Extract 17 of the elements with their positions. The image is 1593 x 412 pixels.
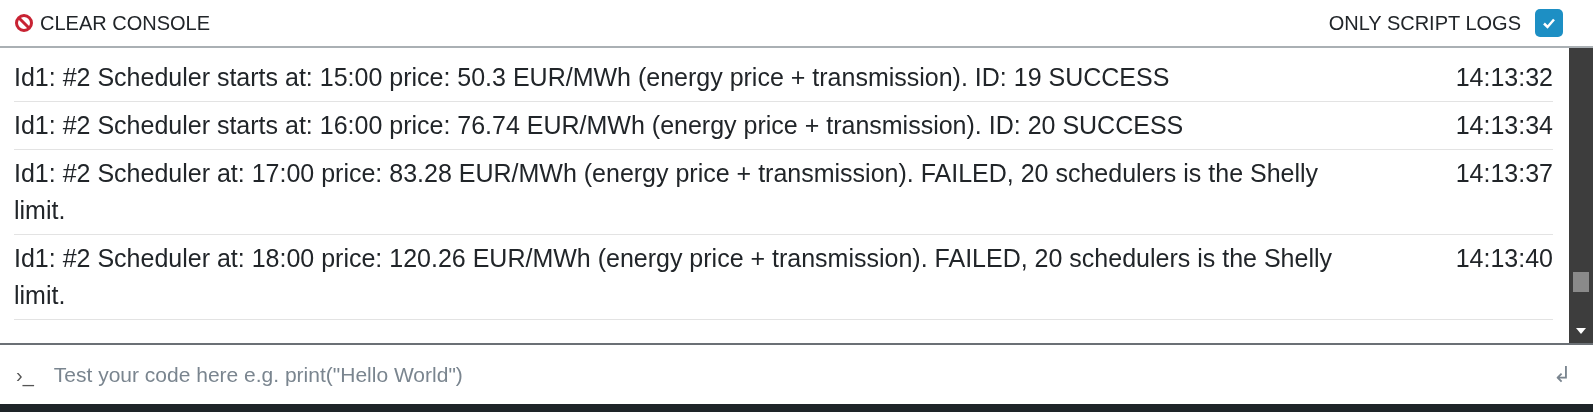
scrollbar[interactable] (1569, 48, 1593, 343)
log-message: Id1: #2 Scheduler at: 18:00 price: 120.26 EUR/MWh (energy price + transmission). FAILED, 20 schedulers is the Shelly limit. (14, 243, 1333, 311)
clear-console-button[interactable]: CLEAR CONSOLE (14, 8, 211, 38)
scroll-down-icon[interactable] (1575, 327, 1587, 335)
prompt-symbol: ›_ (16, 362, 34, 389)
only-script-logs-label: ONLY SCRIPT LOGS (1328, 11, 1521, 36)
log-time: 14:13:34 (1455, 110, 1553, 141)
log-message: Id1: #2 Scheduler starts at: 16:00 price: 76.74 EUR/MWh (energy price + transmission). ID: 20 SUCCESS (14, 110, 1184, 141)
log-message: Id1: #2 Scheduler at: 17:00 price: 83.28 EUR/MWh (energy price + transmission). FAILED, 20 schedulers is the Shelly limit. (14, 158, 1320, 226)
scrollbar-thumb[interactable] (1573, 272, 1589, 292)
only-script-logs-checkbox[interactable] (1535, 9, 1563, 37)
log-time: 14:13:32 (1455, 62, 1553, 93)
prohibited-icon (14, 13, 34, 33)
enter-icon[interactable]: ↲ (1553, 358, 1571, 391)
log-message: Id1: #2 Scheduler starts at: 15:00 price: 50.3 EUR/MWh (energy price + transmission). ID: 19 SUCCESS (14, 62, 1170, 93)
log-time: 14:13:40 (1455, 243, 1553, 274)
log-time: 14:13:37 (1455, 158, 1553, 189)
